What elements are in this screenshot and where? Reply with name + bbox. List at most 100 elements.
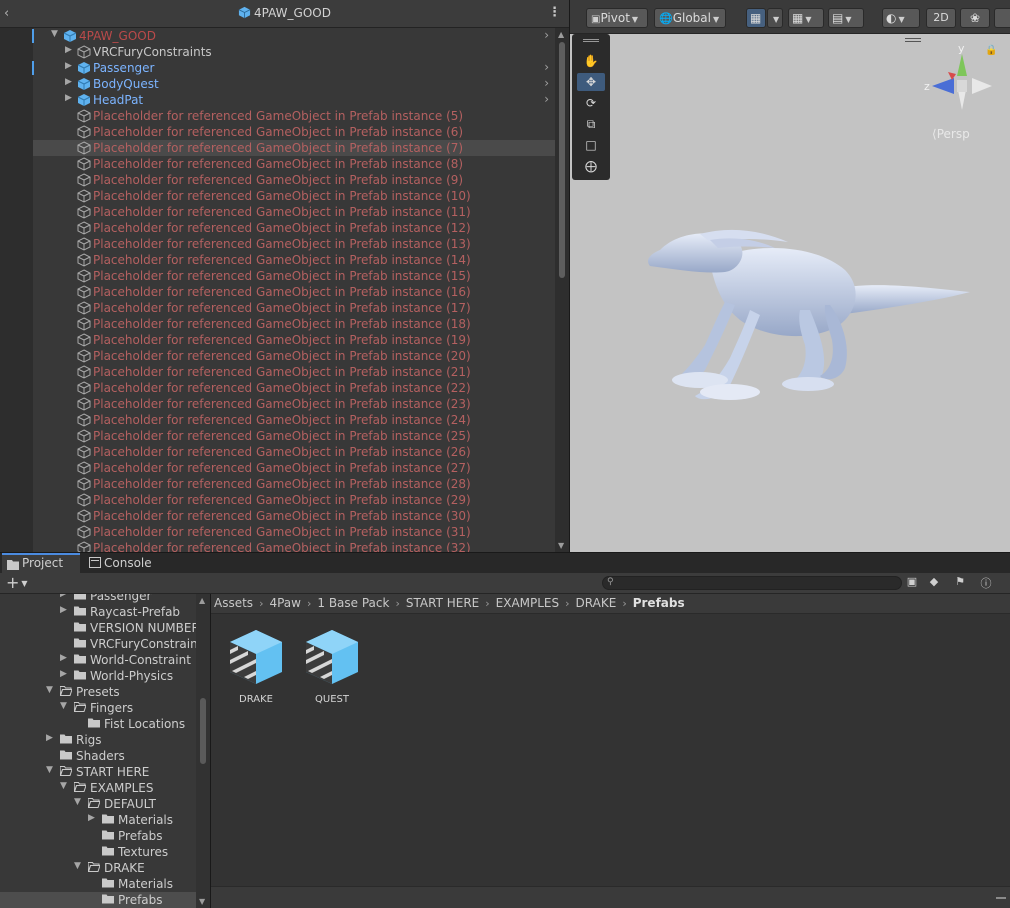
tree-folder-row[interactable]: Prefabs [0, 892, 196, 908]
hierarchy-row[interactable]: Placeholder for referenced GameObject in… [33, 396, 555, 412]
hierarchy-row[interactable]: Placeholder for referenced GameObject in… [33, 284, 555, 300]
lighting-toggle-button[interactable]: ❀ [960, 8, 990, 28]
scroll-down-arrow-icon[interactable]: ▼ [558, 541, 564, 550]
icon-size-slider[interactable] [996, 897, 1006, 899]
tree-folder-row[interactable]: ▶ World-Physics [0, 668, 196, 684]
hierarchy-row[interactable]: Placeholder for referenced GameObject in… [33, 140, 555, 156]
tree-folder-row[interactable]: ▼ Presets [0, 684, 196, 700]
expand-closed-arrow-icon[interactable]: ▶ [65, 93, 75, 103]
tree-scrollbar[interactable]: ▲ ▼ [196, 594, 210, 908]
breadcrumb-item[interactable]: EXAMPLES [496, 596, 560, 610]
gizmo-center-cube[interactable] [957, 80, 967, 92]
tree-folder-row[interactable]: ▶ Passenger [0, 594, 196, 604]
hierarchy-row[interactable]: Placeholder for referenced GameObject in… [33, 124, 555, 140]
tree-folder-row[interactable]: Fist Locations [0, 716, 196, 732]
scene-view[interactable]: ▣Pivot ▼ 🌐Global ▼ ▦ ▼ ▦ ▼ ▤ ▼ ◐ ▼ 2D ❀ ✋ ✥ ⟳… [570, 0, 1010, 552]
neg-x-axis-cone[interactable] [972, 78, 992, 94]
kebab-menu-icon[interactable]: ⋮ [548, 5, 561, 20]
orientation-gizmo[interactable]: y z [922, 40, 1002, 140]
tree-folder-row[interactable]: ▼ EXAMPLES [0, 780, 196, 796]
hierarchy-row[interactable]: Placeholder for referenced GameObject in… [33, 300, 555, 316]
increment-snap-button[interactable]: ▤ ▼ [828, 8, 864, 28]
hierarchy-row[interactable]: Placeholder for referenced GameObject in… [33, 412, 555, 428]
tree-folder-row[interactable]: ▼ Fingers [0, 700, 196, 716]
hierarchy-row[interactable]: Placeholder for referenced GameObject in… [33, 156, 555, 172]
expand-closed-arrow-icon[interactable]: ▶ [65, 77, 75, 87]
y-axis-cone[interactable] [957, 54, 967, 76]
gizmo-menu-icon[interactable] [905, 38, 921, 42]
expand-closed-arrow-icon[interactable]: ▶ [60, 669, 67, 679]
chevron-right-icon[interactable]: › [544, 28, 549, 42]
chevron-right-icon[interactable]: › [544, 92, 549, 106]
hierarchy-row[interactable]: Placeholder for referenced GameObject in… [33, 380, 555, 396]
hierarchy-row[interactable]: Placeholder for referenced GameObject in… [33, 524, 555, 540]
hierarchy-row[interactable]: Placeholder for referenced GameObject in… [33, 460, 555, 476]
chevron-right-icon[interactable]: › [544, 76, 549, 90]
breadcrumb-item[interactable]: 1 Base Pack [317, 596, 389, 610]
move-tool-icon[interactable]: ✥ [577, 73, 605, 91]
filter-by-type-icon[interactable]: ◆ [926, 575, 942, 591]
scroll-up-arrow-icon[interactable]: ▲ [558, 30, 564, 39]
hierarchy-row[interactable]: Placeholder for referenced GameObject in… [33, 444, 555, 460]
hierarchy-row[interactable]: Placeholder for referenced GameObject in… [33, 188, 555, 204]
hierarchy-row[interactable]: ▶ BodyQuest › [33, 76, 555, 92]
hidden-packages-icon[interactable]: ⓘ [978, 575, 994, 591]
hierarchy-row[interactable]: Placeholder for referenced GameObject in… [33, 172, 555, 188]
tree-folder-row[interactable]: Prefabs [0, 828, 196, 844]
hierarchy-row[interactable]: Placeholder for referenced GameObject in… [33, 220, 555, 236]
breadcrumb-item[interactable]: 4Paw [269, 596, 301, 610]
hierarchy-row[interactable]: Placeholder for referenced GameObject in… [33, 428, 555, 444]
expand-open-arrow-icon[interactable]: ▼ [46, 685, 53, 695]
tree-scroll-thumb[interactable] [200, 698, 206, 764]
grid-dropdown[interactable]: ▼ [767, 8, 783, 28]
hierarchy-row[interactable]: Placeholder for referenced GameObject in… [33, 316, 555, 332]
x-axis-cone[interactable] [948, 72, 956, 80]
expand-closed-arrow-icon[interactable]: ▶ [88, 813, 95, 823]
2d-toggle-button[interactable]: 2D [926, 8, 956, 28]
transform-tool-icon[interactable]: ⨁ [577, 157, 605, 175]
hierarchy-row[interactable]: Placeholder for referenced GameObject in… [33, 204, 555, 220]
tree-folder-row[interactable]: ▼ DRAKE [0, 860, 196, 876]
breadcrumb-item[interactable]: Assets [214, 596, 253, 610]
tab-project[interactable]: Project [2, 553, 80, 573]
hierarchy-row[interactable]: ▼ 4PAW_GOOD › [33, 28, 555, 44]
expand-open-arrow-icon[interactable]: ▼ [60, 781, 67, 791]
z-axis-cone[interactable] [932, 78, 954, 94]
hierarchy-row[interactable]: Placeholder for referenced GameObject in… [33, 332, 555, 348]
breadcrumb-item[interactable]: START HERE [406, 596, 479, 610]
label-tag-icon[interactable]: ⚑ [952, 575, 968, 591]
hierarchy-row[interactable]: Placeholder for referenced GameObject in… [33, 540, 555, 552]
expand-closed-arrow-icon[interactable]: ▶ [60, 653, 67, 663]
search-by-type-icon[interactable]: ▣ [904, 575, 920, 591]
hand-tool-icon[interactable]: ✋ [577, 52, 605, 70]
hierarchy-row[interactable]: Placeholder for referenced GameObject in… [33, 108, 555, 124]
tree-folder-row[interactable]: ▶ Rigs [0, 732, 196, 748]
expand-open-arrow-icon[interactable]: ▼ [46, 765, 53, 775]
hierarchy-row[interactable]: Placeholder for referenced GameObject in… [33, 364, 555, 380]
expand-open-arrow-icon[interactable]: ▼ [74, 797, 81, 807]
audio-toggle-button[interactable] [994, 8, 1010, 28]
tree-folder-row[interactable]: VERSION NUMBER [0, 620, 200, 636]
breadcrumb-item[interactable]: Prefabs [633, 596, 685, 610]
add-asset-button[interactable]: + ▼ [6, 573, 28, 592]
hierarchy-row[interactable]: ▶ HeadPat › [33, 92, 555, 108]
rect-tool-icon[interactable]: □ [577, 136, 605, 154]
hierarchy-row[interactable]: Placeholder for referenced GameObject in… [33, 508, 555, 524]
scroll-down-arrow-icon[interactable]: ▼ [199, 897, 205, 906]
hierarchy-row[interactable]: Placeholder for referenced GameObject in… [33, 236, 555, 252]
drake-model[interactable] [640, 210, 980, 410]
snap-button[interactable]: ▦ ▼ [788, 8, 824, 28]
expand-closed-arrow-icon[interactable]: ▶ [60, 594, 67, 599]
palette-grip[interactable] [583, 39, 599, 42]
asset-drake[interactable]: DRAKE [221, 628, 291, 705]
expand-open-arrow-icon[interactable]: ▼ [51, 29, 61, 39]
hierarchy-row[interactable]: ▶ Passenger › [33, 60, 555, 76]
chevron-right-icon[interactable]: › [544, 60, 549, 74]
tree-folder-row[interactable]: VRCFuryConstrain [0, 636, 198, 652]
expand-closed-arrow-icon[interactable]: ▶ [65, 45, 75, 55]
tree-folder-row[interactable]: Textures [0, 844, 196, 860]
persp-label[interactable]: ⟨Persp [932, 127, 970, 141]
hierarchy-row[interactable]: Placeholder for referenced GameObject in… [33, 268, 555, 284]
tree-folder-row[interactable]: ▶ Raycast-Prefab [0, 604, 196, 620]
breadcrumb-item[interactable]: DRAKE [576, 596, 617, 610]
